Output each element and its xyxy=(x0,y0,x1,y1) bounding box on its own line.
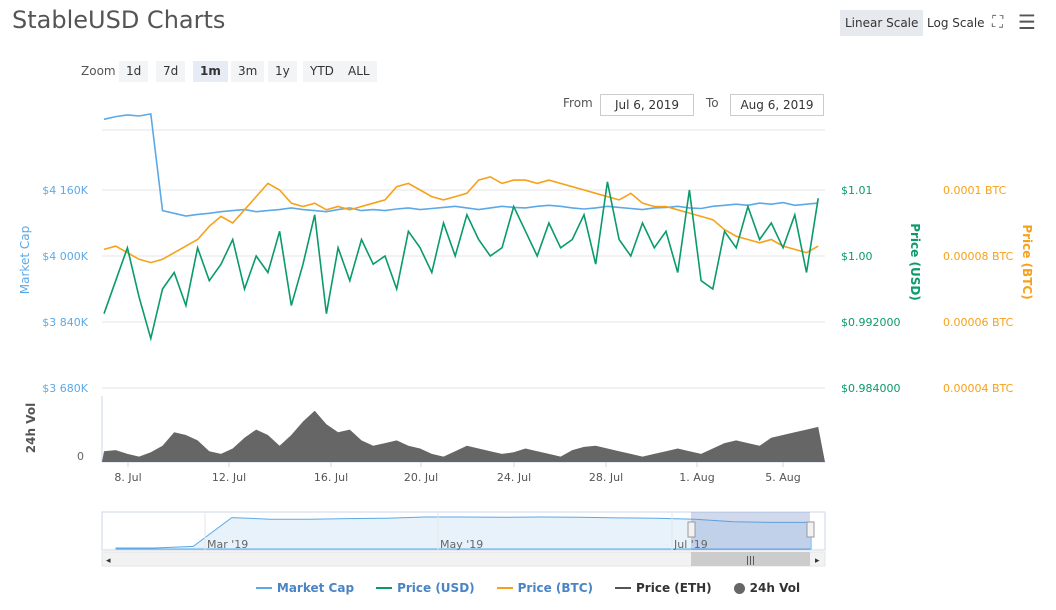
legend-label: Price (BTC) xyxy=(517,581,594,595)
market-cap-tick: $4 160K xyxy=(42,184,88,197)
market-cap-tick: $3 840K xyxy=(42,316,88,329)
legend-item[interactable]: 24h Vol xyxy=(733,581,801,595)
scroll-right-arrow[interactable]: ▸ xyxy=(815,556,820,566)
legend-item[interactable]: Price (USD) xyxy=(376,581,475,595)
line-icon xyxy=(496,587,513,589)
usd-tick: $0.992000 xyxy=(841,316,901,329)
btc-tick: 0.00008 BTC xyxy=(943,250,1014,263)
x-tick-label: 8. Jul xyxy=(114,471,141,484)
x-tick-label: 24. Jul xyxy=(497,471,531,484)
vol-tick: 0 xyxy=(77,450,84,463)
legend-label: Market Cap xyxy=(276,581,355,595)
x-tick-label: 1. Aug xyxy=(679,471,714,484)
x-tick-label: 16. Jul xyxy=(314,471,348,484)
market-cap-tick: $3 680K xyxy=(42,382,88,395)
legend-label: 24h Vol xyxy=(749,581,801,595)
x-tick-label: 5. Aug xyxy=(765,471,800,484)
scroll-left-arrow[interactable]: ◂ xyxy=(106,556,111,566)
x-tick-label: 28. Jul xyxy=(589,471,623,484)
navigator-tick: May '19 xyxy=(440,538,483,551)
btc-axis-title: Price (BTC) xyxy=(1020,224,1034,299)
navigator-handle[interactable] xyxy=(806,521,815,538)
navigator-handle[interactable] xyxy=(687,521,696,538)
legend-item[interactable]: Market Cap xyxy=(255,581,355,595)
btc-tick: 0.0001 BTC xyxy=(943,184,1007,197)
legend-item[interactable]: Price (BTC) xyxy=(496,581,594,595)
btc-tick: 0.00006 BTC xyxy=(943,316,1014,329)
legend-label: Price (ETH) xyxy=(636,581,712,595)
usd-tick: $0.984000 xyxy=(841,382,901,395)
x-tick-label: 12. Jul xyxy=(212,471,246,484)
line-icon xyxy=(376,587,393,589)
legend: Market Cap Price (USD) Price (BTC) Price (E… xyxy=(0,581,1056,595)
line-icon xyxy=(255,587,272,589)
series-line-market-cap xyxy=(103,112,819,217)
volume-area xyxy=(102,410,825,462)
circle-icon xyxy=(733,582,745,594)
usd-tick: $1.01 xyxy=(841,184,873,197)
scrollbar-grip[interactable]: ||| xyxy=(746,556,755,566)
navigator-tick: Jul '19 xyxy=(673,538,708,551)
legend-item[interactable]: Price (ETH) xyxy=(615,581,712,595)
btc-tick: 0.00004 BTC xyxy=(943,382,1014,395)
legend-label: Price (USD) xyxy=(397,581,475,595)
navigator-selection[interactable] xyxy=(691,512,810,550)
chart: $4 160K $4 000K $3 840K $3 680K $1.01 $1.00 $0… xyxy=(18,112,1034,567)
market-cap-tick: $4 000K xyxy=(42,250,88,263)
vol-axis-title: 24h Vol xyxy=(24,403,38,453)
series-line-price-usd- xyxy=(103,181,819,342)
usd-axis-title: Price (USD) xyxy=(908,223,922,301)
line-icon xyxy=(615,587,632,589)
x-tick-label: 20. Jul xyxy=(404,471,438,484)
navigator-tick: Mar '19 xyxy=(207,538,248,551)
market-cap-axis-title: Market Cap xyxy=(18,226,32,294)
usd-tick: $1.00 xyxy=(841,250,873,263)
